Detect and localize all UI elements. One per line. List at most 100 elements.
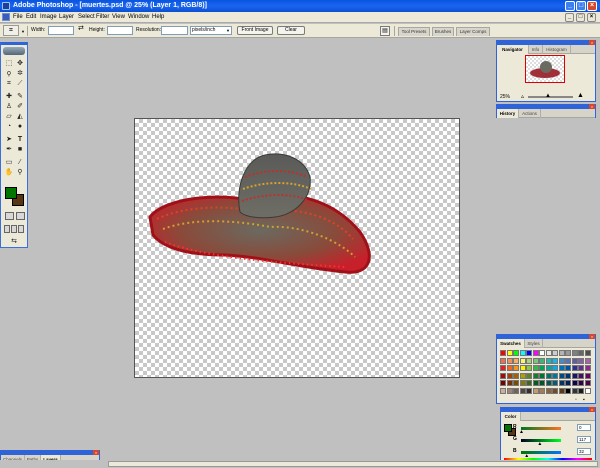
menu-window[interactable]: Window [128,13,149,22]
swatch-cell[interactable] [558,372,565,379]
doc-close-button[interactable]: × [587,13,596,22]
hand-tool-icon[interactable]: ✋ [4,168,14,177]
well-tab-layer-comps[interactable]: Layer Comps [456,27,490,36]
swatch-cell[interactable] [571,357,578,364]
swatch-cell[interactable] [513,380,519,386]
type-tool-icon[interactable]: T [15,135,25,144]
swatch-cell[interactable] [500,350,506,356]
eraser-tool-icon[interactable]: ▱ [4,112,14,121]
screen-mode-full-icon[interactable] [18,225,24,233]
menu-select[interactable]: Select [78,13,95,22]
menu-file[interactable]: File [13,13,23,22]
swatch-cell[interactable] [565,372,571,379]
swatch-cell[interactable] [578,350,584,356]
adobe-online-icon[interactable] [3,47,25,55]
swatch-cell[interactable] [545,387,552,394]
swatch-cell[interactable] [571,350,578,356]
standard-mode-icon[interactable] [5,212,14,220]
swatch-cell[interactable] [506,380,513,386]
swatch-cell[interactable] [558,365,565,371]
swatch-cell[interactable] [539,357,545,364]
swatch-cell[interactable] [519,357,526,364]
doc-restore-button[interactable]: □ [576,13,585,22]
swatch-cell[interactable] [519,372,526,379]
swatch-cell[interactable] [584,372,591,379]
swatch-cell[interactable] [532,350,539,356]
swatch-cell[interactable] [578,372,584,379]
swatch-cell[interactable] [532,380,539,386]
crop-tool-preset-icon[interactable]: ⌗ [3,25,19,36]
swatch-cell[interactable] [513,365,519,371]
green-slider-thumb-icon[interactable]: ▲ [537,441,542,447]
foreground-color-swatch[interactable] [5,187,17,199]
swatch-cell[interactable] [578,380,584,386]
swatch-cell[interactable] [552,372,558,379]
swatch-cell[interactable] [565,380,571,386]
swatch-cell[interactable] [506,357,513,364]
screen-mode-standard-icon[interactable] [4,225,10,233]
swatch-cell[interactable] [552,357,558,364]
brush-tool-icon[interactable]: ✎ [15,92,25,101]
eyedropper-tool-icon[interactable]: ⁄ [15,158,25,167]
swatch-cell[interactable] [558,357,565,364]
swatch-cell[interactable] [506,372,513,379]
swatch-cell[interactable] [500,372,506,379]
panel-close-icon[interactable]: × [589,407,595,412]
zoom-out-icon[interactable]: ▵ [521,93,524,100]
swatch-cell[interactable] [532,357,539,364]
swatch-cell[interactable] [571,372,578,379]
tab-histogram[interactable]: Histogram [543,45,571,54]
resolution-input[interactable] [161,26,188,35]
maximize-button[interactable]: □ [576,1,586,11]
height-input[interactable] [107,26,133,35]
red-value-input[interactable]: 0 [577,424,591,431]
swatch-cell[interactable] [565,350,571,356]
swatch-cell[interactable] [506,365,513,371]
front-image-button[interactable]: Front Image [237,26,273,35]
swatch-cell[interactable] [584,350,591,356]
swatch-cell[interactable] [578,365,584,371]
panel-close-icon[interactable]: × [589,40,595,45]
swatch-cell[interactable] [513,387,519,394]
swatch-cell[interactable] [539,350,545,356]
jump-to-imageready-icon[interactable]: ⇆ [4,237,24,246]
swap-dimensions-icon[interactable]: ⇄ [78,25,84,32]
swatch-cell[interactable] [571,365,578,371]
tab-actions[interactable]: Actions [519,109,541,118]
color-fg-swatch[interactable] [504,424,512,432]
swatch-cell[interactable] [571,380,578,386]
screen-mode-full-menu-icon[interactable] [11,225,17,233]
shape-tool-icon[interactable]: ■ [15,145,25,154]
swatch-cell[interactable] [552,387,558,394]
menu-layer[interactable]: Layer [59,13,74,22]
swatch-cell[interactable] [526,357,532,364]
swatch-cell[interactable] [513,357,519,364]
swatch-cell[interactable] [578,387,584,394]
tab-color[interactable]: Color [501,412,521,421]
tab-info[interactable]: Info [529,45,543,54]
swatch-cell[interactable] [552,365,558,371]
path-selection-tool-icon[interactable]: ➤ [4,135,14,144]
swatch-cell[interactable] [539,387,545,394]
swatch-cell[interactable] [526,380,532,386]
pen-tool-icon[interactable]: ✒ [4,145,14,154]
menu-view[interactable]: View [112,13,125,22]
swatch-cell[interactable] [539,380,545,386]
swatch-cell[interactable] [526,350,532,356]
paint-bucket-tool-icon[interactable]: ◭ [15,112,25,121]
trash-icon[interactable]: ▪ [583,397,585,403]
swatch-cell[interactable] [539,372,545,379]
well-tab-brushes[interactable]: Brushes [432,27,454,36]
swatch-cell[interactable] [545,372,552,379]
file-browser-icon[interactable]: ▤ [380,26,390,36]
notes-tool-icon[interactable]: ▭ [4,158,14,167]
red-slider[interactable] [521,427,561,430]
swatch-cell[interactable] [545,357,552,364]
swatch-cell[interactable] [558,387,565,394]
menu-image[interactable]: Image [40,13,57,22]
tab-swatches[interactable]: Swatches [497,339,525,348]
swatch-cell[interactable] [584,387,591,394]
swatch-cell[interactable] [565,357,571,364]
zoom-in-icon[interactable]: ▲ [577,92,584,99]
minimize-button[interactable]: _ [565,1,575,11]
